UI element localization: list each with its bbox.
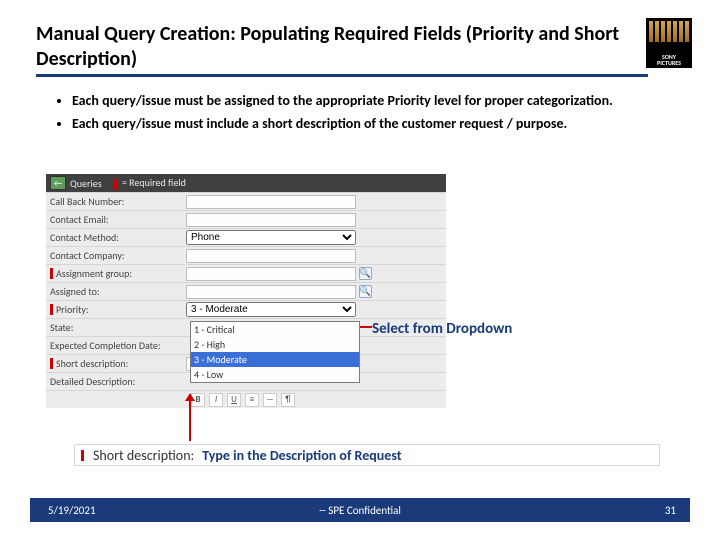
- search-icon[interactable]: 🔍: [359, 267, 372, 280]
- label-callback: Call Back Number:: [46, 195, 186, 208]
- short-description-zoom: Short description: Type in the Descripti…: [74, 444, 660, 484]
- required-indicator-icon: [81, 450, 84, 461]
- rich-text-toolbar: B I U ≡ ― ¶: [46, 390, 446, 408]
- contact-email-input[interactable]: [186, 213, 356, 227]
- required-legend: = Required field: [120, 176, 186, 189]
- label-contact-company: Contact Company:: [46, 249, 186, 262]
- priority-option[interactable]: 2 - High: [191, 337, 359, 352]
- callback-input[interactable]: [186, 195, 356, 209]
- label-assignment-group: Assignment group:: [46, 267, 186, 280]
- assignment-group-input[interactable]: [186, 267, 356, 281]
- underline-icon[interactable]: U: [227, 393, 241, 407]
- assigned-to-input[interactable]: [186, 285, 356, 299]
- priority-option[interactable]: 4 - Low: [191, 367, 359, 382]
- label-detailed-description: Detailed Description:: [46, 375, 186, 388]
- search-icon[interactable]: 🔍: [359, 285, 372, 298]
- footer-bar: 5/19/2021 -- SPE Confidential 31: [30, 498, 690, 522]
- short-description-label-zoom: Short description:: [93, 447, 194, 464]
- footer-confidential: -- SPE Confidential: [319, 504, 401, 517]
- toolbar-icon[interactable]: ¶: [281, 393, 295, 407]
- label-contact-method: Contact Method:: [46, 231, 186, 244]
- form-screenshot: ← Queries = Required field Call Back Num…: [46, 174, 446, 408]
- toolbar-icon[interactable]: ―: [263, 393, 277, 407]
- required-indicator-icon: [114, 179, 117, 190]
- bullet-item: Each query/issue must be assigned to the…: [72, 92, 666, 111]
- label-short-description: Short description:: [46, 357, 186, 370]
- callout-description: Type in the Description of Request: [202, 447, 401, 464]
- footer-date: 5/19/2021: [30, 504, 96, 517]
- page-number: 31: [665, 504, 690, 517]
- label-expected-date: Expected Completion Date:: [46, 339, 206, 352]
- priority-option[interactable]: 1 - Critical: [191, 322, 359, 337]
- label-state: State:: [46, 321, 186, 334]
- bullet-item: Each query/issue must include a short de…: [72, 115, 666, 134]
- priority-dropdown-open[interactable]: 1 - Critical 2 - High 3 - Moderate 4 - L…: [190, 321, 360, 383]
- sony-pictures-logo: SONYPICTURES: [646, 18, 692, 68]
- bullet-list: Each query/issue must be assigned to the…: [54, 92, 666, 138]
- arrow-icon: [189, 395, 191, 441]
- back-icon[interactable]: ←: [50, 176, 66, 190]
- callout-dropdown: Select from Dropdown: [372, 320, 512, 338]
- priority-option-selected[interactable]: 3 - Moderate: [191, 352, 359, 367]
- italic-icon[interactable]: I: [209, 393, 223, 407]
- slide-title: Manual Query Creation: Populating Requir…: [36, 22, 648, 77]
- label-contact-email: Contact Email:: [46, 213, 186, 226]
- contact-method-select[interactable]: Phone: [186, 230, 356, 245]
- form-header-title: Queries: [70, 177, 102, 190]
- form-header: ← Queries = Required field: [46, 174, 446, 192]
- toolbar-icon[interactable]: ≡: [245, 393, 259, 407]
- label-priority: Priority:: [46, 303, 186, 316]
- label-assigned-to: Assigned to:: [46, 285, 186, 298]
- priority-select[interactable]: 3 - Moderate: [186, 302, 356, 317]
- contact-company-input[interactable]: [186, 249, 356, 263]
